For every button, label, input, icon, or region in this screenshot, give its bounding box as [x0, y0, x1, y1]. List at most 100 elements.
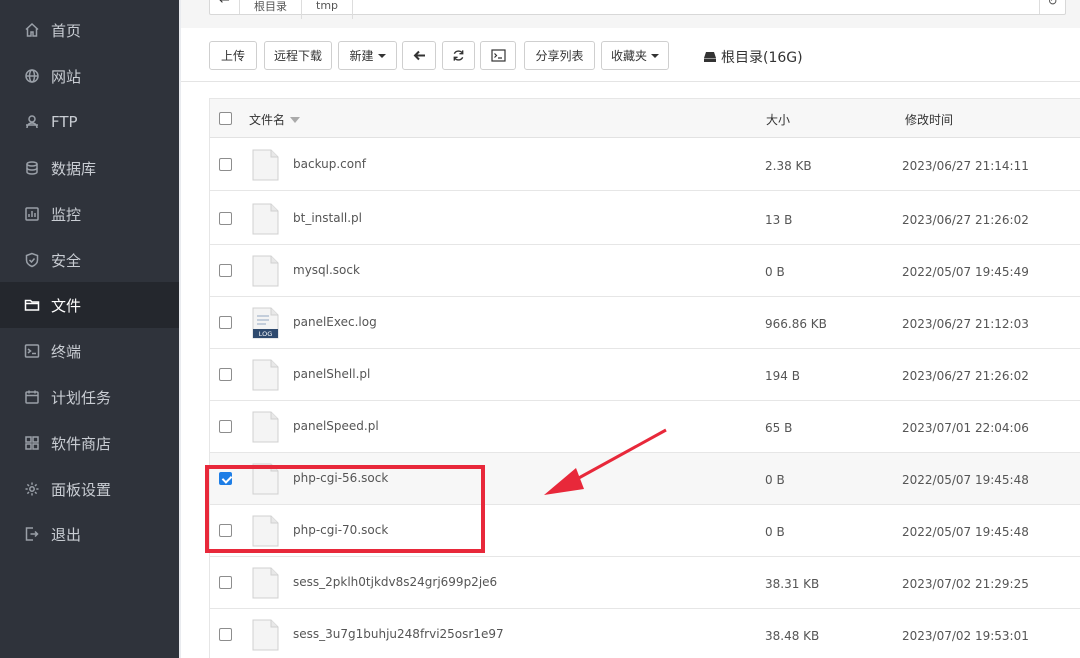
table-row[interactable]: LOG panelExec.log 966.86 KB 2023/06/27 21:1… [210, 297, 1080, 349]
calendar-icon [24, 389, 40, 405]
disk-icon [703, 51, 717, 63]
table-row[interactable]: backup.conf 2.38 KB 2023/06/27 21:14:11 [210, 139, 1080, 191]
logout-icon [24, 526, 40, 542]
arrow-annotation-icon [544, 428, 667, 495]
file-manager: ← 根目录 tmp ↻ 上传 远程下载 新建 分享列表 收藏夹 根目录(16G) [181, 0, 1080, 658]
terminal-icon [24, 343, 40, 359]
file-size: 194 B [765, 369, 800, 383]
table-row[interactable]: mysql.sock 0 B 2022/05/07 19:45:49 [210, 245, 1080, 297]
file-modified-time: 2023/07/01 22:04:06 [902, 421, 1029, 435]
sidebar-item-label: 首页 [51, 21, 82, 40]
row-checkbox[interactable] [219, 158, 232, 171]
toolbar: 上传 远程下载 新建 分享列表 收藏夹 根目录(16G) [181, 28, 1080, 82]
refresh-icon: ↻ [1047, 0, 1058, 8]
remote-download-label: 远程下载 [273, 49, 322, 63]
sidebar-item-label: 退出 [51, 525, 82, 544]
file-size: 966.86 KB [765, 317, 827, 331]
file-modified-time: 2022/05/07 19:45:49 [902, 265, 1029, 279]
table-row[interactable]: panelShell.pl 194 B 2023/06/27 21:26:02 [210, 349, 1080, 401]
database-icon [24, 160, 40, 176]
sidebar-item-terminal[interactable]: 终端 [0, 328, 179, 374]
file-name-link[interactable]: backup.conf [293, 157, 366, 171]
column-header-name[interactable]: 文件名 [249, 111, 301, 128]
disk-label: 根目录(16G) [721, 50, 803, 66]
sidebar-item-cron[interactable]: 计划任务 [0, 374, 179, 420]
file-modified-time: 2023/07/02 19:53:01 [902, 629, 1029, 643]
row-checkbox[interactable] [219, 420, 232, 433]
table-row[interactable]: sess_2pklh0tjkdv8s24grj699p2je6 38.31 KB 2… [210, 557, 1080, 609]
row-checkbox[interactable] [219, 264, 232, 277]
file-icon [252, 411, 279, 443]
sidebar-item-monitor[interactable]: 监控 [0, 191, 179, 237]
file-icon [252, 619, 279, 651]
sidebar-item-ftp[interactable]: FTP [0, 99, 179, 145]
row-checkbox[interactable] [219, 316, 232, 329]
path-bar: ← 根目录 tmp ↻ [209, 0, 1066, 19]
new-dropdown-button[interactable]: 新建 [338, 41, 397, 70]
ftp-icon [24, 114, 40, 130]
file-modified-time: 2023/07/02 21:29:25 [902, 577, 1029, 591]
breadcrumb-root[interactable]: 根目录 [240, 0, 302, 19]
disk-selector[interactable]: 根目录(16G) [703, 47, 803, 67]
caret-down-icon [377, 53, 386, 58]
sidebar-item-settings[interactable]: 面板设置 [0, 466, 179, 512]
log-file-icon: LOG [252, 307, 279, 339]
file-size: 13 B [765, 213, 793, 227]
select-all-checkbox[interactable] [219, 112, 232, 125]
sidebar: 首页 网站 FTP 数据库 监控 安全 文件 终端 计划任务 软件商店 面板设置 [0, 0, 179, 658]
path-back-button[interactable]: ← [210, 0, 240, 14]
apps-icon [24, 435, 40, 451]
favorites-dropdown-button[interactable]: 收藏夹 [601, 41, 669, 70]
remote-download-button[interactable]: 远程下载 [264, 41, 332, 70]
sidebar-item-label: 数据库 [51, 159, 97, 178]
new-label: 新建 [349, 49, 374, 63]
file-name-link[interactable]: sess_2pklh0tjkdv8s24grj699p2je6 [293, 575, 497, 589]
file-name-link[interactable]: sess_3u7g1buhju248frvi25osr1e97 [293, 627, 504, 641]
file-modified-time: 2023/06/27 21:14:11 [902, 159, 1029, 173]
sidebar-item-security[interactable]: 安全 [0, 237, 179, 283]
row-checkbox[interactable] [219, 576, 232, 589]
file-name-link[interactable]: mysql.sock [293, 263, 360, 277]
globe-icon [24, 68, 40, 84]
highlight-annotation-box [205, 465, 485, 553]
sidebar-item-label: 文件 [51, 296, 82, 315]
sort-down-icon [290, 116, 301, 123]
row-checkbox[interactable] [219, 628, 232, 641]
upload-button[interactable]: 上传 [209, 41, 257, 70]
row-checkbox[interactable] [219, 212, 232, 225]
file-table: 文件名 大小 修改时间 backup.conf 2.38 KB 2023/06/27… [209, 98, 1080, 658]
row-checkbox[interactable] [219, 368, 232, 381]
sidebar-item-label: 面板设置 [51, 480, 112, 499]
sidebar-item-store[interactable]: 软件商店 [0, 420, 179, 466]
path-refresh-button[interactable]: ↻ [1039, 0, 1065, 14]
file-name-link[interactable]: bt_install.pl [293, 211, 362, 225]
file-name-link[interactable]: panelShell.pl [293, 367, 370, 381]
file-name-link[interactable]: panelSpeed.pl [293, 419, 379, 433]
refresh-button[interactable] [442, 41, 475, 70]
sidebar-item-home[interactable]: 首页 [0, 7, 179, 53]
table-row[interactable]: sess_3u7g1buhju248frvi25osr1e97 38.48 KB 2… [210, 609, 1080, 658]
column-header-time[interactable]: 修改时间 [905, 111, 953, 128]
back-button[interactable] [402, 41, 436, 70]
file-size: 0 B [765, 265, 785, 279]
file-icon [252, 359, 279, 391]
terminal-button[interactable] [480, 41, 516, 70]
sidebar-item-files[interactable]: 文件 [0, 282, 179, 328]
table-row[interactable]: bt_install.pl 13 B 2023/06/27 21:26:02 [210, 193, 1080, 245]
file-modified-time: 2022/05/07 19:45:48 [902, 525, 1029, 539]
file-icon [252, 149, 279, 181]
column-header-size[interactable]: 大小 [766, 111, 790, 128]
sidebar-item-database[interactable]: 数据库 [0, 145, 179, 191]
gear-icon [24, 481, 40, 497]
folder-icon [24, 297, 40, 313]
share-list-button[interactable]: 分享列表 [524, 41, 595, 70]
sidebar-item-label: 网站 [51, 67, 82, 86]
sidebar-item-logout[interactable]: 退出 [0, 511, 179, 557]
file-modified-time: 2023/06/27 21:26:02 [902, 369, 1029, 383]
sidebar-item-label: 计划任务 [51, 388, 112, 407]
caret-down-icon [651, 53, 659, 58]
breadcrumb-tmp[interactable]: tmp [302, 0, 354, 19]
file-name-link[interactable]: panelExec.log [293, 315, 377, 329]
sidebar-item-website[interactable]: 网站 [0, 53, 179, 99]
arrow-left-icon: ← [219, 0, 230, 8]
